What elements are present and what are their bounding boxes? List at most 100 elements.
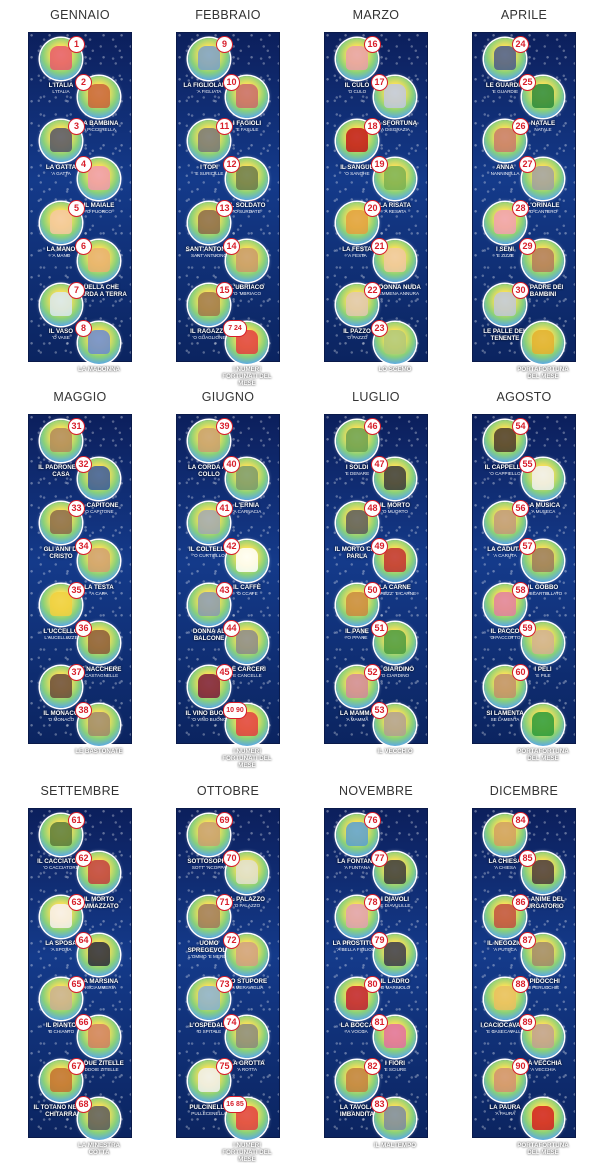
month-title: LUGLIO: [352, 390, 400, 404]
month-panel: NOVEMBRE 76 LA FONTANA 'A FUNTANA 77 I DIAVOL…: [308, 780, 444, 1154]
bread-icon: [346, 592, 368, 616]
item-bubble: [522, 322, 564, 364]
number-badge: 27: [519, 156, 536, 173]
beating-icon: [88, 712, 110, 736]
item-dialect-label: 'O VIECCHIO: [381, 755, 409, 760]
item-bubble: 1: [40, 36, 85, 80]
item-bubble: 36: [75, 620, 120, 664]
month-panel: APRILE 24 LE GUARDIE 'E GUARDIE 25 NATALE NATA…: [456, 4, 592, 380]
month-title: FEBBRAIO: [195, 8, 261, 22]
item-bubble: 62: [75, 850, 120, 894]
fountain-icon: [346, 822, 368, 846]
number-badge: 82: [364, 1058, 381, 1075]
item-dialect-label: 'O SCEMO: [383, 373, 407, 378]
item-dialect-label: 'E MAZZATE: [85, 755, 113, 760]
number-badge: 7 24: [223, 320, 247, 337]
item-bubble: 10 90: [223, 702, 268, 746]
month-panel: LUGLIO 46 I SOLDI 'E DENARE 47 IL MORTO 'O MUO…: [308, 386, 444, 760]
number-badge: 46: [364, 418, 381, 435]
item-bubble: 28: [484, 200, 529, 244]
number-badge: 42: [223, 538, 240, 555]
item-label: IL MALTEMPO: [373, 1142, 417, 1149]
item-bubble: 14: [223, 238, 268, 282]
number-badge: 40: [223, 456, 240, 473]
number-badge: 10: [223, 74, 240, 91]
italy-icon: [50, 46, 72, 70]
item-bubble: 71: [188, 894, 233, 938]
number-badge: 30: [512, 282, 529, 299]
christmas-tree-icon: [532, 84, 554, 108]
item-label: LA MINESTRA COTTA: [77, 1142, 121, 1156]
month-title: AGOSTO: [496, 390, 552, 404]
family-icon: [198, 46, 220, 70]
smorfia-item: 68 LA MINESTRA COTTA 'A ZUPPA COTTA: [70, 1096, 128, 1161]
cheese-icon: [494, 986, 516, 1010]
number-badge: 39: [216, 418, 233, 435]
number-badge: 78: [364, 894, 381, 911]
old-woman-icon: [532, 1024, 554, 1048]
item-bubble: 86: [484, 894, 529, 938]
number-badge: 29: [519, 238, 536, 255]
month-strip: 1 L'ITALIA L'ITALIA 2 LA BAMBINA 'A PICCERELL…: [28, 32, 132, 378]
item-bubble: 65: [40, 976, 85, 1020]
smorfia-calendar-grid: GENNAIO 1 L'ITALIA L'ITALIA 2 LA BAMBINA 'A PI…: [0, 0, 592, 1163]
item-bubble: 52: [336, 664, 381, 708]
hunter-icon: [50, 822, 72, 846]
item-bubble: 39: [188, 418, 233, 462]
vase-icon: [50, 292, 72, 316]
number-badge: 68: [75, 1096, 92, 1113]
laugh-icon: [384, 166, 406, 190]
pig-icon: [88, 166, 110, 190]
number-badge: 45: [216, 664, 233, 681]
number-badge: 74: [223, 1014, 240, 1031]
boy-icon: [198, 292, 220, 316]
number-badge: 79: [371, 932, 388, 949]
landlord-icon: [50, 428, 72, 452]
number-badge: 51: [371, 620, 388, 637]
item-label: LA MADONNA: [77, 366, 121, 373]
spinsters-icon: [88, 1024, 110, 1048]
bottom-icon: [346, 46, 368, 70]
item-bubble: 40: [223, 456, 268, 500]
number-badge: 83: [371, 1096, 388, 1113]
number-badge: 22: [364, 282, 381, 299]
number-badge: 53: [371, 702, 388, 719]
month-strip: 69 SOTTOSOPRA SOTT' 'NCOPPA 70 IL PALAZZO 'O …: [176, 808, 280, 1163]
item-label: I NUMERI FORTUNATI DEL MESE: [222, 366, 272, 387]
item-bubble: 16 85: [223, 1096, 268, 1140]
number-badge: 3: [68, 118, 85, 135]
saint-icon: [198, 210, 220, 234]
hand-icon: [50, 210, 72, 234]
balcony-icon: [198, 592, 220, 616]
castanets-icon: [88, 630, 110, 654]
item-bubble: 21: [371, 238, 416, 282]
item-label: I NUMERI FORTUNATI DEL MESE: [222, 748, 272, 769]
smorfia-item: 23 LO SCEMO 'O SCEMO: [366, 320, 424, 378]
number-badge: 34: [75, 538, 92, 555]
number-badge: 18: [364, 118, 381, 135]
smorfia-item: PORTAFORTUNA DEL MESE: [514, 322, 572, 380]
item-bubble: 4: [75, 156, 120, 200]
item-bubble: 45: [188, 664, 233, 708]
item-bubble: 87: [519, 932, 564, 976]
item-bubble: 13: [188, 200, 233, 244]
item-bubble: 12: [223, 156, 268, 200]
number-badge: 62: [75, 850, 92, 867]
clover-icon: [532, 712, 554, 736]
number-badge: 37: [68, 664, 85, 681]
coffee-icon: [236, 548, 258, 572]
number-badge: 86: [512, 894, 529, 911]
number-badge: 35: [68, 582, 85, 599]
item-bubble: 38: [75, 702, 120, 746]
item-bubble: 9: [188, 36, 233, 80]
squid-guitar-icon: [50, 1068, 72, 1092]
item-bubble: 35: [40, 582, 85, 626]
month-strip: 9 LA FIGLIOLANZA 'A FIGLIATA 10 I FAGIOLI 'E …: [176, 32, 280, 387]
item-bubble: 83: [371, 1096, 416, 1140]
month-panel: DICEMBRE 84 LA CHIESA 'A CHIESA 85 LE ANIME D…: [456, 780, 592, 1156]
number-badge: 16: [364, 36, 381, 53]
coffin-icon: [384, 466, 406, 490]
horn-icon: [532, 1106, 554, 1130]
number-badge: 59: [519, 620, 536, 637]
number-badge: 71: [216, 894, 233, 911]
